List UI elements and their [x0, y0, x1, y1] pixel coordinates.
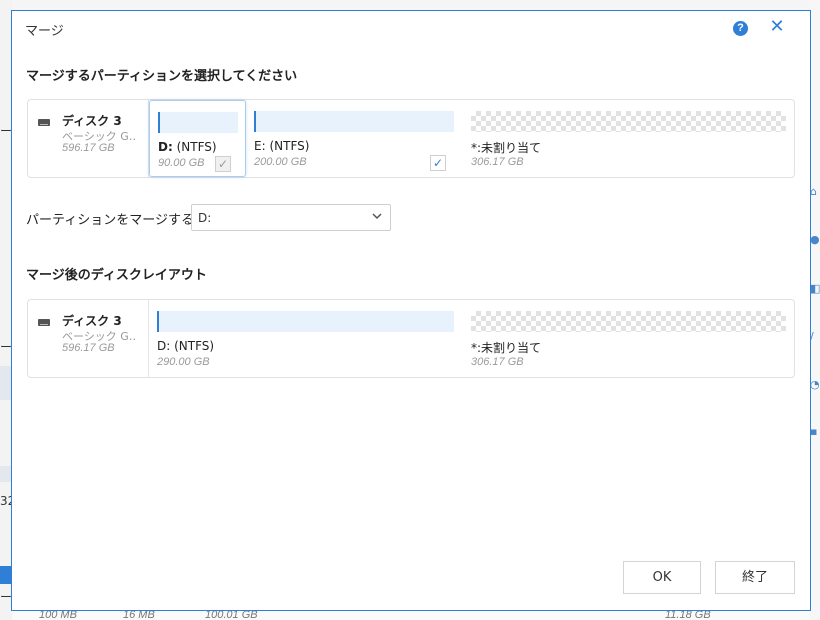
merge-target-label: パーティションをマージする: [26, 213, 199, 228]
partition-letter: D: [158, 140, 173, 154]
partition-e-checkbox[interactable]: ✓ [430, 155, 446, 171]
partition-filesystem: (NTFS) [269, 139, 310, 153]
partition-bar [157, 311, 454, 332]
partition-label: *:未割り当て [471, 139, 541, 156]
partition-letter: D: [157, 339, 171, 353]
disk-name: ディスク 3 [62, 314, 122, 328]
source-disk-panel: ディスク 3 ベーシック G‥ 596.17 GB D: (NTFS) 90.0… [27, 99, 795, 178]
partition-filesystem: (NTFS) [174, 339, 215, 353]
partition-label: *:未割り当て [471, 339, 541, 356]
partition-d[interactable]: D: (NTFS) 90.00 GB ✓ [149, 100, 246, 177]
partition-size: 290.00 GB [157, 356, 210, 368]
partition-size: 90.00 GB [158, 157, 205, 169]
background-toolbar-icon: ◔ [810, 378, 820, 390]
background-bottom-row: 100 MB 16 MB 100.01 GB 11.18 GB [12, 609, 810, 620]
merge-target-select[interactable]: D: [191, 204, 391, 231]
background-right-strip: ⌂ ● ◧ / ◔ ▪ [810, 0, 820, 620]
partition-label: D: (NTFS) [157, 339, 214, 353]
partition-label: D: (NTFS) [158, 140, 217, 154]
select-partitions-heading: マージするパーティションを選択してください [26, 69, 298, 84]
unallocated-bar [471, 311, 786, 332]
partition-label: E: (NTFS) [254, 139, 309, 153]
result-layout-heading: マージ後のディスクレイアウト [26, 268, 207, 283]
disk-drive-icon [38, 119, 50, 126]
unallocated-bar [471, 111, 786, 132]
background-toolbar-icon: ● [810, 233, 820, 245]
partition-bar [158, 112, 238, 133]
partition-letter: *: [471, 341, 482, 355]
ok-button[interactable]: OK [623, 561, 701, 594]
partition-size: 306.17 GB [471, 356, 524, 368]
merge-dialog: マージ ? ✕ マージするパーティションを選択してください ディスク 3 ベーシ… [11, 10, 811, 611]
partition-d-checkbox[interactable]: ✓ [215, 156, 231, 172]
partition-letter: E: [254, 139, 266, 153]
disk-size: 596.17 GB [62, 142, 115, 154]
partition-letter: *: [471, 141, 482, 155]
disk-info: ディスク 3 ベーシック G‥ 596.17 GB [28, 100, 149, 177]
partition-filesystem: 未割り当て [481, 141, 542, 155]
chevron-down-icon [372, 211, 382, 221]
background-toolbar-icon: ▪ [810, 425, 818, 437]
dialog-title: マージ [25, 24, 64, 39]
disk-drive-icon [38, 319, 50, 326]
background-toolbar-icon: ◧ [810, 282, 820, 294]
partition-bar [254, 111, 454, 132]
partition-e[interactable]: E: (NTFS) 200.00 GB ✓ [246, 100, 456, 177]
result-disk-panel: ディスク 3 ベーシック G‥ 596.17 GB D: (NTFS) 290.… [27, 299, 795, 378]
disk-name: ディスク 3 [62, 114, 122, 128]
close-icon[interactable]: ✕ [768, 17, 786, 37]
result-partition-d: D: (NTFS) 290.00 GB [149, 300, 459, 377]
background-toolbar-icon: / [810, 330, 814, 342]
partition-size: 200.00 GB [254, 156, 307, 168]
finish-button[interactable]: 終了 [715, 561, 795, 594]
partition-filesystem: 未割り当て [481, 341, 542, 355]
disk-size: 596.17 GB [62, 342, 115, 354]
partition-unallocated: *:未割り当て 306.17 GB [463, 100, 793, 177]
partition-filesystem: (NTFS) [176, 140, 217, 154]
background-toolbar-icon: ⌂ [810, 185, 817, 197]
help-icon[interactable]: ? [733, 21, 748, 36]
disk-info: ディスク 3 ベーシック G‥ 596.17 GB [28, 300, 149, 377]
partition-size: 306.17 GB [471, 156, 524, 168]
merge-target-value: D: [198, 211, 212, 225]
result-partition-unallocated: *:未割り当て 306.17 GB [463, 300, 793, 377]
